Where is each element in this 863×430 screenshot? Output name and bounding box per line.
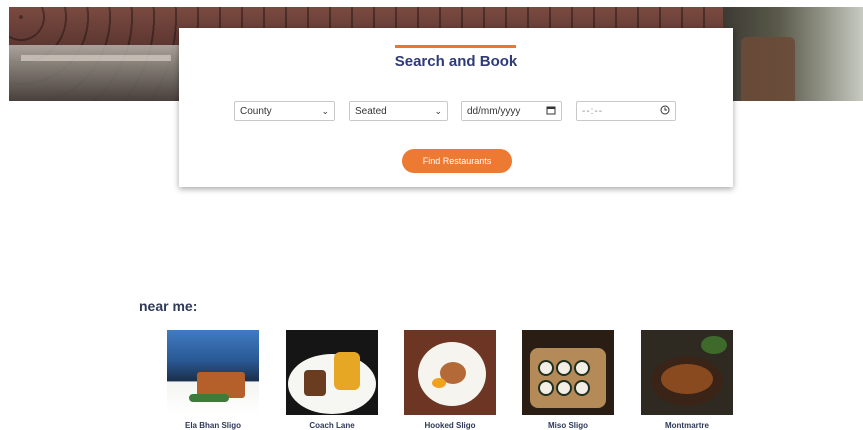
restaurant-photo[interactable] <box>286 330 378 415</box>
dish-shape <box>661 364 713 394</box>
find-restaurants-button[interactable]: Find Restaurants <box>402 149 512 173</box>
sushi-shape <box>556 380 572 396</box>
sushi-shape <box>556 360 572 376</box>
date-input-placeholder: dd/mm/yyyy <box>467 105 521 117</box>
tray-shape <box>530 348 606 408</box>
restaurant-card[interactable]: Coach Lane <box>286 330 378 430</box>
restaurant-name[interactable]: Miso Sligo <box>518 421 618 430</box>
county-select-value: County <box>240 105 272 117</box>
sushi-shape <box>574 380 590 396</box>
restaurant-card[interactable]: Montmartre <box>641 330 733 430</box>
restaurant-name[interactable]: Hooked Sligo <box>400 421 500 430</box>
search-and-book-card: Search and Book County ⌄ Seated ⌄ dd/mm/… <box>179 28 733 187</box>
seating-select[interactable]: Seated ⌄ <box>349 101 448 121</box>
herb-shape <box>701 336 727 354</box>
chevron-down-icon: ⌄ <box>321 105 329 116</box>
hero-restaurant-photo <box>9 45 184 101</box>
restaurant-photo[interactable] <box>522 330 614 415</box>
sauce-shape <box>432 378 446 388</box>
clock-icon[interactable] <box>660 105 670 117</box>
time-input-placeholder: --:-- <box>582 105 604 117</box>
restaurant-card[interactable]: Hooked Sligo <box>404 330 496 430</box>
date-input[interactable]: dd/mm/yyyy <box>461 101 562 121</box>
restaurant-name[interactable]: Montmartre <box>637 421 737 430</box>
side-shape <box>334 352 360 390</box>
sushi-shape <box>538 380 554 396</box>
near-me-heading: near me: <box>139 298 198 314</box>
dish-shape <box>304 370 326 396</box>
county-select[interactable]: County ⌄ <box>234 101 335 121</box>
sushi-shape <box>574 360 590 376</box>
plate-shape <box>288 354 376 414</box>
restaurant-name[interactable]: Coach Lane <box>282 421 382 430</box>
seating-select-value: Seated <box>355 105 387 117</box>
restaurant-card[interactable]: Ela Bhan Sligo <box>167 330 259 430</box>
restaurant-photo[interactable] <box>404 330 496 415</box>
chevron-down-icon: ⌄ <box>434 105 442 116</box>
title-accent-line <box>395 45 516 48</box>
hero-window-photo <box>723 7 863 101</box>
page-title: Search and Book <box>394 53 518 70</box>
time-input[interactable]: --:-- <box>576 101 676 121</box>
calendar-icon[interactable] <box>546 105 556 117</box>
restaurant-photo[interactable] <box>167 330 259 415</box>
restaurant-name[interactable]: Ela Bhan Sligo <box>163 421 263 430</box>
garnish-shape <box>189 394 229 402</box>
sushi-shape <box>538 360 554 376</box>
restaurant-card[interactable]: Miso Sligo <box>522 330 614 430</box>
restaurant-photo[interactable] <box>641 330 733 415</box>
